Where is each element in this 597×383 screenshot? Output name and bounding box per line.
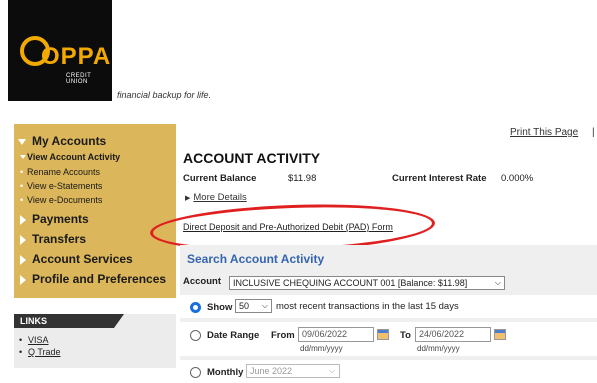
- show-label: Show: [207, 302, 233, 313]
- chevron-down-icon: ⌵: [494, 278, 501, 287]
- page-title: ACCOUNT ACTIVITY: [183, 150, 321, 166]
- sidebar-item-label: My Accounts: [32, 134, 107, 148]
- chevron-right-icon: [20, 275, 26, 285]
- monthly-label: Monthly: [207, 367, 244, 378]
- bullet-icon: •: [20, 167, 24, 177]
- to-label: To: [400, 330, 411, 341]
- account-label: Account: [183, 276, 221, 287]
- links-panel: LINKS • VISA • Q Trade: [14, 314, 176, 368]
- interest-rate-value: 0.000%: [501, 173, 534, 184]
- links-heading: LINKS: [14, 314, 124, 328]
- account-select[interactable]: INCLUSIVE CHEQUING ACCOUNT 001 [Balance:…: [229, 276, 505, 290]
- link-q-trade[interactable]: Q Trade: [28, 347, 61, 357]
- monthly-select[interactable]: June 2022 ⌵: [246, 364, 340, 378]
- sidebar-nav: My Accounts View Account Activity • Rena…: [14, 124, 176, 298]
- monthly-radio[interactable]: [190, 367, 201, 378]
- link-item-visa[interactable]: • VISA: [19, 335, 49, 345]
- sidebar-item-label: View e-Statements: [27, 181, 103, 191]
- interest-rate-label: Current Interest Rate: [392, 173, 487, 184]
- sidebar-item-label: Rename Accounts: [27, 167, 101, 177]
- bullet-icon: •: [19, 347, 23, 357]
- logo-subtext: CREDIT UNION: [66, 73, 92, 85]
- chevron-down-icon: ⌵: [328, 366, 335, 375]
- sidebar-item-label: Transfers: [32, 232, 87, 246]
- show-suffix-text: most recent transactions in the last 15 …: [276, 301, 459, 312]
- chevron-down-icon: [20, 155, 26, 159]
- chevron-right-icon: [20, 215, 26, 225]
- logo-text: OPPA: [41, 43, 112, 70]
- sidebar-item-label: View e-Documents: [27, 195, 103, 205]
- date-range-label: Date Range: [207, 330, 260, 341]
- current-balance-label: Current Balance: [183, 173, 257, 184]
- link-visa[interactable]: VISA: [28, 335, 49, 345]
- to-date-input[interactable]: 24/06/2022: [415, 327, 491, 342]
- more-details-link[interactable]: ▶ More Details: [185, 192, 247, 203]
- more-details-label: More Details: [193, 192, 247, 203]
- sidebar-item-label: Profile and Preferences: [32, 272, 167, 286]
- current-balance-value: $11.98: [288, 173, 317, 184]
- from-label: From: [271, 330, 295, 341]
- calendar-icon[interactable]: [494, 329, 506, 340]
- show-count-select[interactable]: 50 ⌵: [235, 299, 272, 313]
- date-range-radio[interactable]: [190, 330, 201, 341]
- sidebar-item-label: Payments: [32, 212, 89, 226]
- tagline: financial backup for life.: [117, 90, 212, 100]
- to-date-hint: dd/mm/yyyy: [417, 344, 460, 353]
- search-title: Search Account Activity: [187, 252, 325, 266]
- sidebar-item-label: Account Services: [32, 252, 133, 266]
- print-page-link[interactable]: Print This Page: [510, 127, 578, 138]
- calendar-icon[interactable]: [377, 329, 389, 340]
- chevron-right-icon: [20, 235, 26, 245]
- bullet-icon: •: [20, 195, 24, 205]
- triangle-right-icon: ▶: [185, 195, 191, 202]
- monthly-select-value: June 2022: [250, 366, 293, 376]
- show-radio[interactable]: [190, 302, 201, 313]
- logo: OPPA CREDIT UNION: [8, 0, 112, 101]
- sidebar-item-label: View Account Activity: [27, 152, 121, 162]
- link-item-qtrade[interactable]: • Q Trade: [19, 347, 61, 357]
- bullet-icon: •: [19, 335, 23, 345]
- chevron-down-icon: [18, 139, 26, 145]
- bullet-icon: •: [20, 181, 24, 191]
- from-date-hint: dd/mm/yyyy: [300, 344, 343, 353]
- from-date-input[interactable]: 09/06/2022: [298, 327, 374, 342]
- account-select-value: INCLUSIVE CHEQUING ACCOUNT 001 [Balance:…: [233, 278, 468, 288]
- separator: |: [592, 127, 595, 138]
- chevron-right-icon: [20, 255, 26, 265]
- chevron-down-icon: ⌵: [261, 301, 268, 310]
- pad-form-link[interactable]: Direct Deposit and Pre-Authorized Debit …: [183, 222, 393, 232]
- show-count-value: 50: [239, 301, 250, 311]
